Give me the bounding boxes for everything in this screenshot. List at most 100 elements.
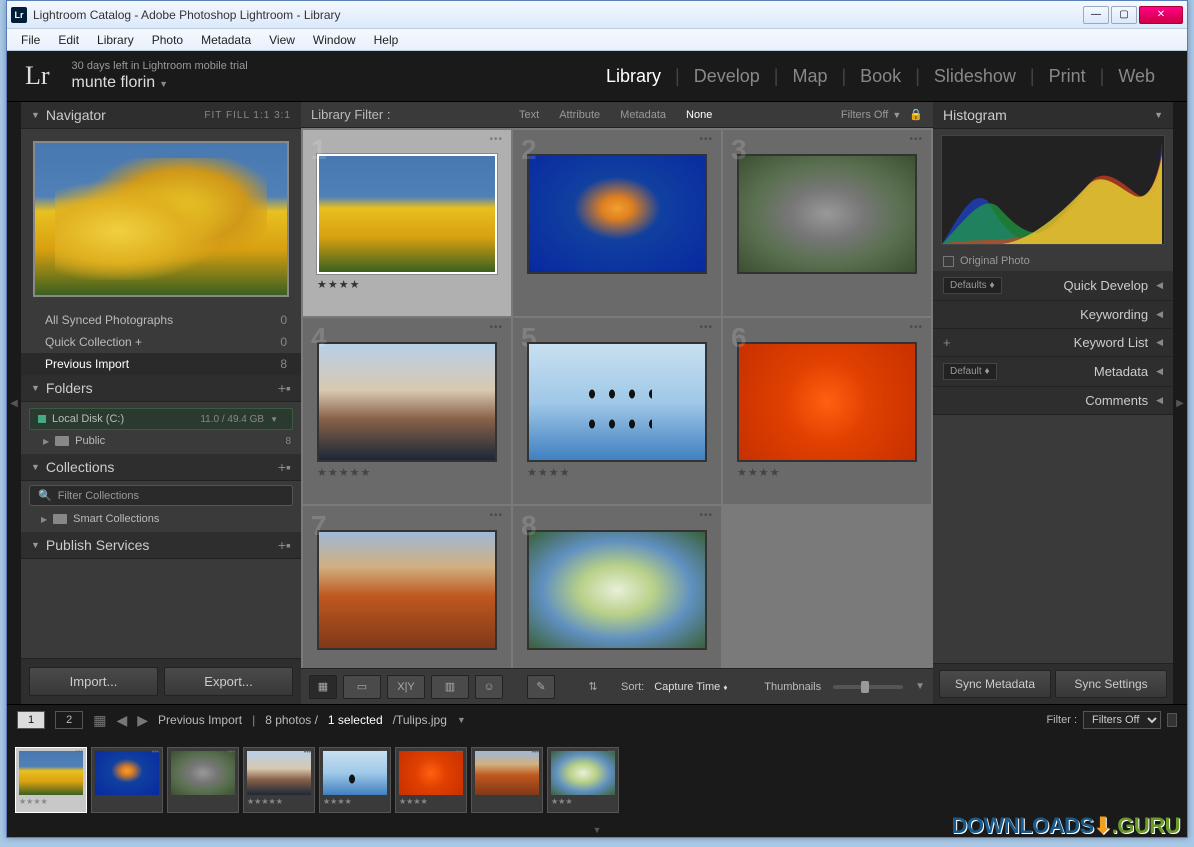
thumbnail-size-slider[interactable] (833, 685, 903, 689)
grid-cell[interactable]: 6•••★★★★ (723, 318, 931, 504)
user-menu[interactable]: munte florin▼ (72, 74, 248, 92)
module-slideshow[interactable]: Slideshow (920, 62, 1030, 91)
people-view-button[interactable]: ☺ (475, 675, 503, 699)
filmstrip-cell[interactable]: ••• (167, 747, 239, 813)
rating-stars[interactable]: ★★★★ (527, 466, 707, 479)
grid-cell[interactable]: 7••• (303, 506, 511, 668)
navigator-preview[interactable] (21, 129, 301, 309)
publish-header[interactable]: ▼ Publish Services +▪ (21, 532, 301, 559)
folders-header[interactable]: ▼ Folders +▪ (21, 375, 301, 402)
navigator-header[interactable]: ▼ Navigator FIT FILL 1:1 3:1 (21, 102, 301, 129)
menu-window[interactable]: Window (305, 31, 364, 49)
filter-tab-none[interactable]: None (676, 109, 722, 121)
original-photo-row[interactable]: Original Photo (933, 251, 1173, 271)
export-button[interactable]: Export... (164, 667, 293, 696)
filter-tab-metadata[interactable]: Metadata (610, 109, 676, 121)
grid-cell[interactable]: 4•••★★★★★ (303, 318, 511, 504)
keyword-list-header[interactable]: + Keyword List ◀ (933, 329, 1173, 357)
filter-tab-text[interactable]: Text (509, 109, 549, 121)
folder-row[interactable]: ▶ Public 8 (21, 432, 301, 450)
module-web[interactable]: Web (1104, 62, 1169, 91)
filter-select[interactable]: Filters Off (1083, 711, 1161, 729)
menu-photo[interactable]: Photo (144, 31, 191, 49)
add-folder-button[interactable]: +▪ (278, 380, 291, 396)
add-publish-button[interactable]: +▪ (278, 537, 291, 553)
rating-stars[interactable]: ★★★★ (317, 278, 497, 291)
collections-header[interactable]: ▼ Collections +▪ (21, 454, 301, 481)
filmstrip-cell[interactable]: ••• (471, 747, 543, 813)
catalog-row[interactable]: All Synced Photographs0 (21, 309, 301, 331)
lock-icon[interactable]: 🔒 (909, 108, 923, 121)
forward-button[interactable]: ▶ (137, 712, 148, 729)
chevron-down-icon[interactable]: ▼ (457, 715, 466, 725)
filter-tab-attribute[interactable]: Attribute (549, 109, 610, 121)
module-print[interactable]: Print (1035, 62, 1100, 91)
sync-metadata-button[interactable]: Sync Metadata (939, 670, 1051, 698)
source-label[interactable]: Previous Import (158, 713, 242, 727)
metadata-header[interactable]: Default ♦ Metadata ◀ (933, 357, 1173, 387)
filmstrip-cell[interactable]: ••• (91, 747, 163, 813)
catalog-row[interactable]: Quick Collection +0 (21, 331, 301, 353)
loupe-view-button[interactable]: ▭ (343, 675, 381, 699)
filmstrip-cell[interactable]: •••★★★★ (395, 747, 467, 813)
module-library[interactable]: Library (592, 62, 675, 91)
volume-row[interactable]: Local Disk (C:) 11.0 / 49.4 GB ▼ (29, 408, 293, 430)
monitor-2-button[interactable]: 2 (55, 711, 83, 729)
menu-library[interactable]: Library (89, 31, 142, 49)
rating-stars[interactable]: ★★★★ (737, 466, 917, 479)
sort-direction-button[interactable]: ⇅ (579, 675, 607, 699)
quick-develop-header[interactable]: Defaults ♦ Quick Develop ◀ (933, 271, 1173, 301)
minimize-button[interactable]: — (1083, 6, 1109, 24)
right-edge-grip[interactable]: ▶ (1173, 102, 1187, 704)
comments-header[interactable]: Comments ◀ (933, 387, 1173, 415)
keywording-header[interactable]: Keywording ◀ (933, 301, 1173, 329)
module-map[interactable]: Map (778, 62, 841, 91)
menu-edit[interactable]: Edit (50, 31, 87, 49)
filmstrip-cell[interactable]: •••★★★ (547, 747, 619, 813)
smart-collections-row[interactable]: ▶ Smart Collections (29, 510, 293, 528)
app-icon: Lr (11, 7, 27, 23)
menu-file[interactable]: File (13, 31, 48, 49)
quickdev-preset-select[interactable]: Defaults ♦ (943, 277, 1002, 294)
menu-help[interactable]: Help (366, 31, 407, 49)
histogram-header[interactable]: Histogram ▼ (933, 102, 1173, 129)
compare-view-button[interactable]: X|Y (387, 675, 425, 699)
add-collection-button[interactable]: +▪ (278, 459, 291, 475)
filmstrip-cell[interactable]: •••★★★★★ (243, 747, 315, 813)
grid-cell[interactable]: 1•••★★★★ (303, 130, 511, 316)
bottom-edge-grip[interactable]: ▼ (7, 825, 1187, 837)
metadata-preset-select[interactable]: Default ♦ (943, 363, 997, 380)
filters-state[interactable]: Filters Off (841, 109, 888, 121)
grid-view-button[interactable]: ▦ (309, 675, 337, 699)
painter-tool[interactable]: ✎ (527, 675, 555, 699)
module-book[interactable]: Book (846, 62, 915, 91)
back-button[interactable]: ◀ (116, 712, 127, 729)
import-button[interactable]: Import... (29, 667, 158, 696)
grid-cell[interactable]: 8••• (513, 506, 721, 668)
filter-collections-input[interactable]: 🔍 Filter Collections (29, 485, 293, 506)
maximize-button[interactable]: ▢ (1111, 6, 1137, 24)
module-develop[interactable]: Develop (680, 62, 774, 91)
checkbox-icon[interactable] (943, 256, 954, 267)
close-button[interactable]: ✕ (1139, 6, 1183, 24)
grid-cell[interactable]: 3••• (723, 130, 931, 316)
filter-switch-icon[interactable] (1167, 713, 1177, 727)
rating-stars[interactable]: ★★★★★ (317, 466, 497, 479)
filmstrip-cell[interactable]: •••★★★★ (15, 747, 87, 813)
histogram-chart[interactable] (941, 135, 1165, 245)
navigator-zoom-opts[interactable]: FIT FILL 1:1 3:1 (204, 110, 291, 121)
menu-view[interactable]: View (261, 31, 303, 49)
sort-select[interactable]: Capture Time ♦ (654, 681, 727, 693)
left-edge-grip[interactable]: ◀ (7, 102, 21, 704)
sync-settings-button[interactable]: Sync Settings (1055, 670, 1167, 698)
catalog-row[interactable]: Previous Import8 (21, 353, 301, 375)
monitor-1-button[interactable]: 1 (17, 711, 45, 729)
menu-metadata[interactable]: Metadata (193, 31, 259, 49)
add-keyword-button[interactable]: + (943, 335, 951, 350)
grid-cell[interactable]: 5•••★★★★ (513, 318, 721, 504)
toolbar-menu-icon[interactable]: ▼ (915, 681, 925, 692)
grid-icon[interactable]: ▦ (93, 712, 106, 729)
survey-view-button[interactable]: ▥ (431, 675, 469, 699)
grid-cell[interactable]: 2••• (513, 130, 721, 316)
filmstrip-cell[interactable]: •••★★★★ (319, 747, 391, 813)
